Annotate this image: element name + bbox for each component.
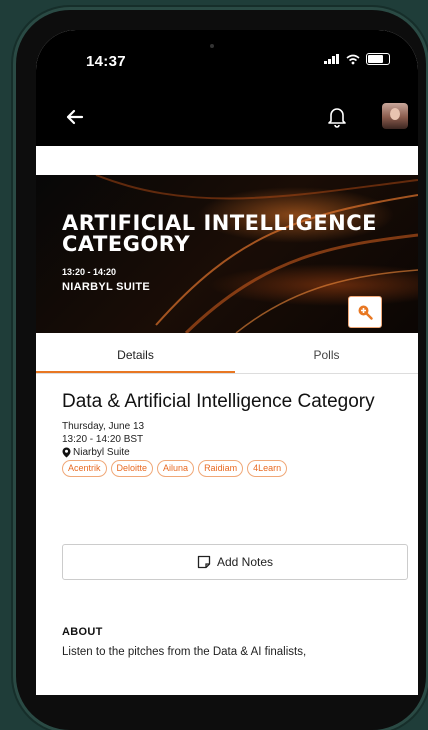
session-details: Data & Artificial Intelligence Category …	[62, 390, 408, 477]
note-icon	[197, 555, 211, 569]
session-time: 13:20 - 14:20 BST	[62, 434, 144, 445]
session-room: Niarbyl Suite	[62, 446, 408, 459]
session-title: Data & Artificial Intelligence Category	[62, 391, 375, 412]
tag-raidiam[interactable]: Raidiam	[198, 460, 244, 477]
about-text: Listen to the pitches from the Data & AI…	[62, 646, 307, 658]
details-layer: Data & Artificial Intelligence Category …	[36, 0, 418, 695]
session-date: Thursday, June 13	[62, 421, 145, 432]
session-room-label: Niarbyl Suite	[73, 447, 130, 458]
about-heading: ABOUT	[62, 626, 103, 638]
tag-ailuna[interactable]: Ailuna	[157, 460, 195, 477]
add-notes-button[interactable]: Add Notes	[62, 544, 408, 580]
tag-4learn[interactable]: 4Learn	[247, 460, 288, 477]
location-pin-icon	[62, 447, 71, 458]
tag-deloitte[interactable]: Deloitte	[110, 460, 154, 477]
sponsor-tags: Acentrik Deloitte Ailuna Raidiam 4Learn	[62, 460, 408, 477]
add-notes-label: Add Notes	[216, 555, 274, 569]
tag-acentrik[interactable]: Acentrik	[62, 460, 107, 477]
